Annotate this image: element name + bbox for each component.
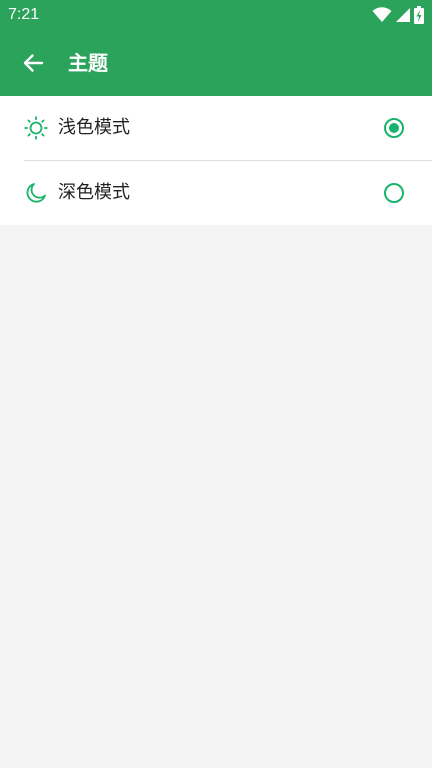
app-bar: 主题 — [0, 30, 432, 96]
sun-icon — [24, 116, 48, 140]
radio-selected-icon[interactable] — [383, 117, 405, 139]
theme-option-dark[interactable]: 深色模式 — [0, 161, 432, 225]
status-bar: 7:21 — [0, 0, 432, 30]
status-icons — [372, 6, 424, 24]
theme-options-list: 浅色模式 深色模式 — [0, 96, 432, 225]
status-time: 7:21 — [8, 6, 40, 23]
theme-option-label: 浅色模式 — [58, 117, 130, 138]
cellular-signal-icon — [396, 8, 410, 22]
page-title: 主题 — [68, 51, 108, 75]
radio-unselected-icon[interactable] — [383, 182, 405, 204]
theme-option-label: 深色模式 — [58, 182, 130, 203]
moon-icon — [26, 183, 46, 203]
theme-option-light[interactable]: 浅色模式 — [0, 96, 432, 160]
arrow-left-icon — [23, 54, 44, 72]
back-button[interactable] — [12, 42, 54, 84]
wifi-icon — [372, 7, 392, 22]
battery-charging-icon — [414, 6, 424, 24]
